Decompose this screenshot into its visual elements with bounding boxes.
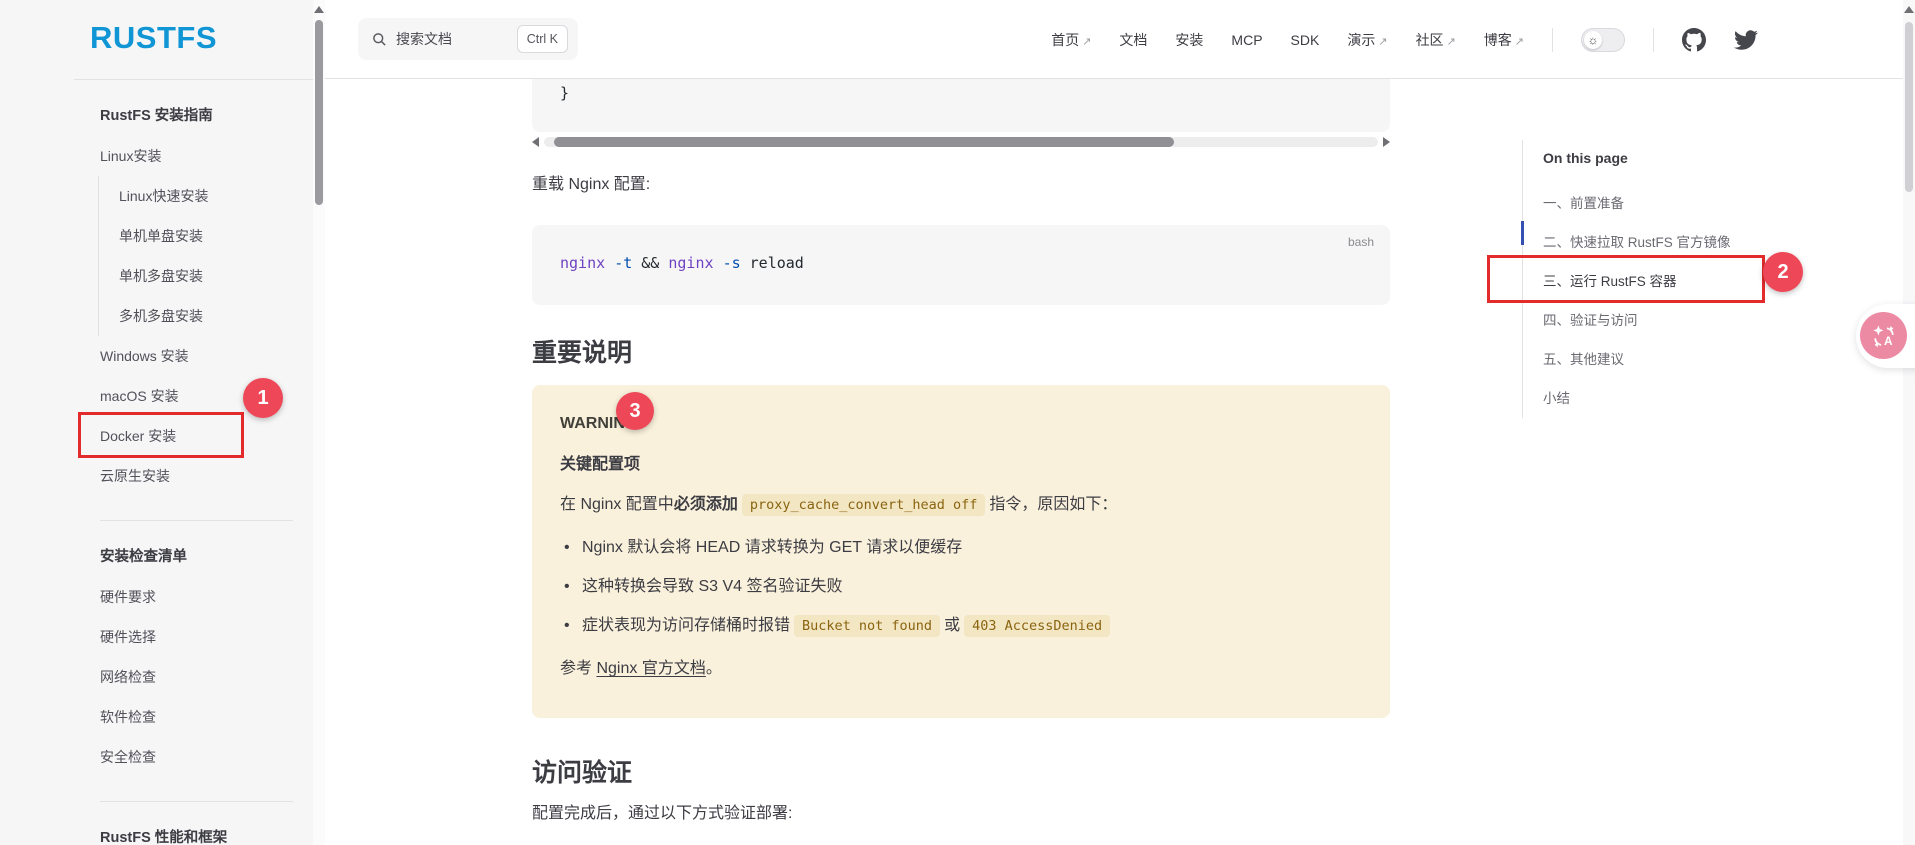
warning-bullet: 症状表现为访问存储桶时报错Bucket not found或403 Access… [560,613,1362,639]
section-title-access-verify: 访问验证 [532,759,633,787]
warning-callout: WARNING 关键配置项 在 Nginx 配置中必须添加 proxy_cache… [532,385,1390,718]
scroll-up-icon[interactable] [314,6,324,13]
sidebar-item-single-node-single-disk[interactable]: 单机单盘安装 [119,216,303,256]
sidebar-item-hardware-selection[interactable]: 硬件选择 [100,617,303,657]
external-link-icon: ↗ [1446,35,1456,48]
sidebar-scrollbar[interactable] [313,0,325,845]
section-title-important-notes: 重要说明 [532,339,633,367]
page-scrollbar-thumb[interactable] [1905,22,1913,192]
sidebar-scrollbar-thumb[interactable] [315,20,323,205]
verify-paragraph: 配置完成后，通过以下方式验证部署: [532,805,793,822]
annotation-rect-toc [1487,255,1765,303]
nav-home[interactable]: 首页 ↗ [1051,30,1091,50]
translate-icon: A [1872,324,1894,347]
top-navbar: 搜索文档 Ctrl K 首页 ↗ 文档 安装 MCP SDK 演示 ↗ 社区 ↗ 博客… [325,0,1903,79]
sidebar-item-single-node-multi-disk[interactable]: 单机多盘安装 [119,256,303,296]
translate-button[interactable]: A [1860,312,1907,359]
search-shortcut-badge: Ctrl K [516,25,568,53]
warning-paragraph: 在 Nginx 配置中必须添加 proxy_cache_convert_head … [560,492,1362,518]
warning-reference: 参考 Nginx 官方文档。 [560,660,722,677]
code-block-bash: bash nginx -t && nginx -s reload [532,225,1390,305]
nav-docs[interactable]: 文档 [1119,30,1147,50]
sidebar-item-software-check[interactable]: 软件检查 [100,697,303,737]
sidebar-divider [100,520,293,521]
code-block-partial: } [532,79,1390,132]
sidebar-section-performance: RustFS 性能和框架 [100,830,228,845]
page-scrollbar[interactable] [1903,0,1915,845]
scrollbar-thumb[interactable] [554,137,1174,147]
nav-demo[interactable]: 演示 ↗ [1347,30,1387,50]
scroll-left-icon[interactable] [532,137,539,147]
external-link-icon: ↗ [1082,35,1092,48]
nav-sdk[interactable]: SDK [1291,32,1320,48]
reload-paragraph: 重载 Nginx 配置: [532,176,651,193]
nav-blog[interactable]: 博客 ↗ [1484,30,1524,50]
scroll-right-icon[interactable] [1383,137,1390,147]
search-icon [373,32,386,46]
svg-text:A: A [1884,333,1893,347]
nav-mcp[interactable]: MCP [1231,32,1262,48]
inline-code: proxy_cache_convert_head off [741,494,986,516]
floating-tab: A [1856,304,1915,368]
annotation-badge-2: 2 [1763,252,1803,292]
warning-label: WARNING [560,415,638,432]
warning-bullet: 这种转换会导致 S3 V4 签名验证失败 [560,574,1362,600]
toc-item-6[interactable]: 小结 [1543,379,1812,418]
warning-subtitle: 关键配置项 [560,456,641,473]
nav-divider [1653,27,1654,52]
scrollbar-track[interactable] [544,137,1378,147]
code-lang-label: bash [1347,235,1374,249]
sidebar-item-multi-node-multi-disk[interactable]: 多机多盘安装 [119,296,303,336]
doc-content: } 重载 Nginx 配置: bash nginx -t && nginx -s… [532,79,1390,845]
annotation-badge-3: 3 [616,392,654,430]
twitter-icon[interactable] [1734,28,1758,52]
scroll-up-icon[interactable] [1904,6,1914,13]
rustfs-logo[interactable]: RUSTFS [90,20,217,56]
sidebar-item-linux-quick[interactable]: Linux快速安装 [119,176,303,216]
sidebar-linux-subgroup: Linux快速安装 单机单盘安装 单机多盘安装 多机多盘安装 [98,176,303,336]
code-text: nginx -t && nginx -s reload [560,254,804,272]
toc-title: On this page [1543,150,1628,166]
sun-icon: ☼ [1584,30,1602,49]
top-nav-links: 首页 ↗ 文档 安装 MCP SDK 演示 ↗ 社区 ↗ 博客 ↗ ☼ [1051,0,1758,79]
code-text: } [560,84,570,102]
toc-item-5[interactable]: 五、其他建议 [1543,340,1812,379]
search-input[interactable]: 搜索文档 Ctrl K [358,18,578,60]
theme-toggle[interactable]: ☼ [1581,27,1625,52]
nav-community[interactable]: 社区 ↗ [1416,30,1456,50]
sidebar-item-windows[interactable]: Windows 安装 [100,336,303,376]
inline-code: 403 AccessDenied [964,615,1111,637]
annotation-badge-1: 1 [243,378,283,418]
external-link-icon: ↗ [1514,35,1524,48]
sidebar-item-network-check[interactable]: 网络检查 [100,657,303,697]
code-horizontal-scrollbar[interactable] [532,135,1390,149]
sidebar-divider [100,801,293,802]
nav-divider [1552,27,1553,52]
toc-active-indicator [1521,221,1524,245]
annotation-rect-docker [78,412,244,458]
nginx-docs-link[interactable]: Nginx 官方文档 [596,660,705,677]
sidebar-item-cloud-native[interactable]: 云原生安装 [100,456,303,496]
warning-bullet-list: Nginx 默认会将 HEAD 请求转换为 GET 请求以便缓存 这种转换会导致… [560,535,1362,639]
sidebar-item-linux[interactable]: Linux安装 [100,136,303,176]
sidebar-section-install-guide: RustFS 安装指南 [100,108,213,124]
sidebar-section-checklist: 安装检查清单 [100,549,187,565]
toc-item-1[interactable]: 一、前置准备 [1543,184,1812,223]
sidebar-item-security-check[interactable]: 安全检查 [100,737,303,777]
nav-install[interactable]: 安装 [1175,30,1203,50]
sidebar-item-hardware-requirements[interactable]: 硬件要求 [100,577,303,617]
github-icon[interactable] [1682,27,1706,52]
external-link-icon: ↗ [1378,35,1388,48]
sidebar-nav: RustFS 安装指南 Linux安装 Linux快速安装 单机单盘安装 单机多… [98,80,303,845]
search-placeholder: 搜索文档 [396,31,452,47]
inline-code: Bucket not found [794,615,941,637]
warning-bullet: Nginx 默认会将 HEAD 请求转换为 GET 请求以便缓存 [560,535,1362,561]
toc-item-4[interactable]: 四、验证与访问 [1543,301,1812,340]
